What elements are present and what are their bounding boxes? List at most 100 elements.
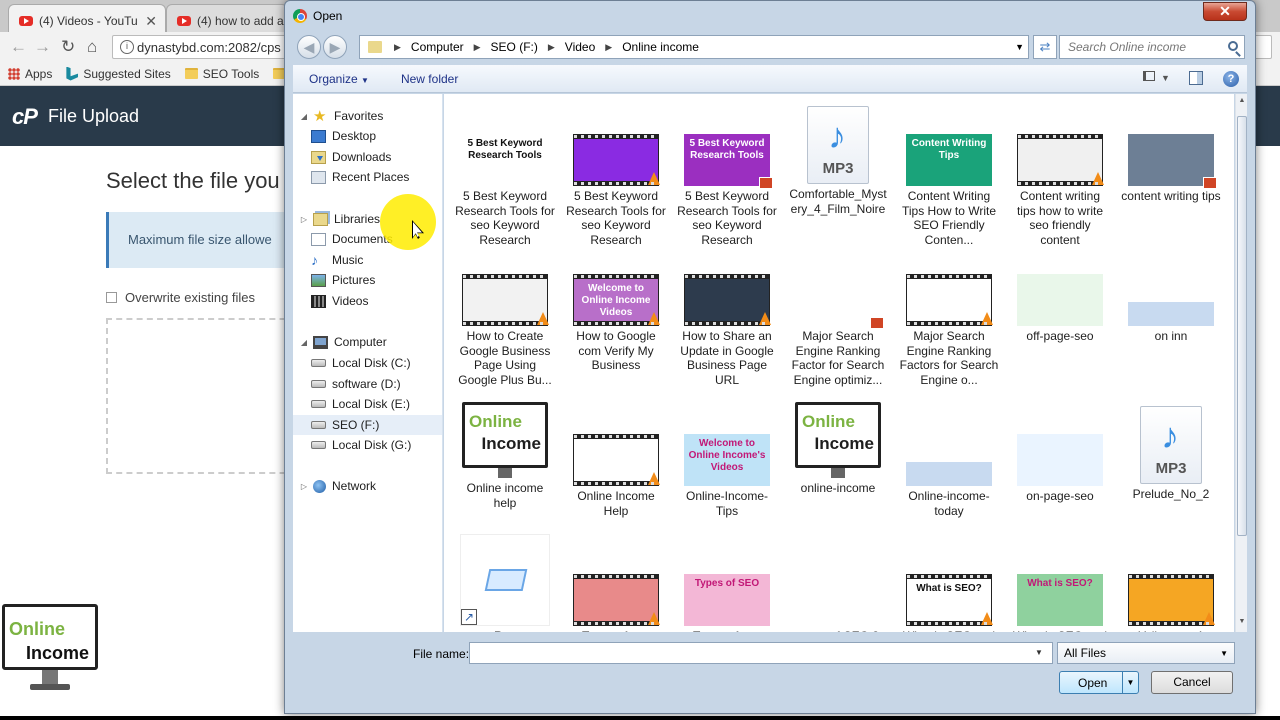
cpanel-logo: cP: [12, 104, 38, 129]
search-input[interactable]: [1060, 36, 1220, 58]
file-item[interactable]: What is SEO? What-is-SEO-and: [1010, 574, 1110, 632]
forward-arrow-icon[interactable]: ▶: [323, 35, 347, 59]
file-item[interactable]: Yello page 1: [1121, 574, 1221, 632]
bookmark-apps[interactable]: Apps: [8, 67, 52, 81]
cancel-button[interactable]: Cancel: [1151, 671, 1233, 694]
tab-title: (4) how to add a: [197, 14, 284, 28]
vlc-cone-icon: [981, 312, 993, 325]
file-item[interactable]: on-page-seo: [1010, 434, 1110, 504]
forward-arrow-icon[interactable]: →: [34, 37, 51, 57]
dialog-titlebar[interactable]: Open ✕: [285, 1, 1255, 31]
file-item[interactable]: 5 Best Keyword Research Tools for seo Ke…: [566, 134, 666, 248]
nav-item[interactable]: software (D:): [293, 374, 442, 394]
nav-item[interactable]: Pictures: [293, 270, 442, 290]
file-item[interactable]: 5 Best Keyword Research Tools 5 Best Keyw…: [455, 134, 555, 248]
file-item[interactable]: Online-income-today: [899, 462, 999, 518]
nav-item[interactable]: Local Disk (G:): [293, 435, 442, 455]
nav-item-label: Videos: [332, 294, 369, 308]
breadcrumb[interactable]: ▶ Computer ▶ SEO (F:) ▶ Video ▶ Online i…: [359, 35, 1029, 59]
chevron-right-icon[interactable]: ▶: [605, 42, 612, 53]
file-list-scrollbar[interactable]: ▲ ▼: [1235, 94, 1247, 632]
bookmark-seo-tools[interactable]: SEO Tools: [184, 67, 259, 81]
breadcrumb-item[interactable]: SEO (F:): [491, 40, 538, 54]
nav-item[interactable]: Local Disk (C:): [293, 353, 442, 373]
nav-item[interactable]: SEO (F:): [293, 415, 442, 435]
search-icon[interactable]: [1228, 41, 1238, 51]
scroll-up-icon[interactable]: ▲: [1237, 97, 1247, 109]
file-item[interactable]: off-page-seo: [1010, 274, 1110, 344]
breadcrumb-item[interactable]: Video: [565, 40, 595, 54]
reload-icon[interactable]: ↻: [61, 37, 75, 57]
file-item[interactable]: Welcome to Online Income Videos How to Go…: [566, 274, 666, 373]
file-name: Run: [455, 629, 555, 632]
file-item[interactable]: Major Search Engine Ranking Factor for S…: [788, 274, 888, 388]
home-icon[interactable]: ⌂: [87, 37, 97, 57]
nav-item[interactable]: ◢ ★ Favorites: [293, 106, 442, 126]
chevron-down-icon[interactable]: ▼: [1122, 672, 1138, 693]
nav-item[interactable]: ◢ Computer: [293, 332, 442, 352]
chevron-right-icon[interactable]: ▶: [394, 42, 401, 53]
file-type-select[interactable]: All Files ▼: [1057, 642, 1235, 664]
breadcrumb-item[interactable]: Online income: [622, 40, 699, 54]
file-item[interactable]: on inn: [1121, 302, 1221, 344]
nav-item[interactable]: Videos: [293, 291, 442, 311]
browser-tab-youtube[interactable]: (4) Videos - YouTu ✕: [8, 4, 166, 32]
nav-item[interactable]: Local Disk (E:): [293, 394, 442, 414]
file-item[interactable]: ♪ MP3 Comfortable_Mystery_4_Film_Noire: [788, 106, 888, 216]
apps-grid-icon: [8, 67, 20, 80]
file-item[interactable]: content writing tips: [1121, 134, 1221, 204]
nav-item[interactable]: Downloads: [293, 147, 442, 167]
tree-expand-icon[interactable]: ▷: [299, 482, 309, 491]
file-name-input[interactable]: [469, 642, 1053, 664]
tree-expand-icon[interactable]: ◢: [299, 338, 309, 347]
file-item[interactable]: Content Writing Tips Content Writing Tips…: [899, 134, 999, 248]
browser-tab-how-to[interactable]: (4) how to add a: [166, 4, 288, 32]
organize-button[interactable]: Organize ▼: [293, 72, 385, 86]
preview-pane-icon[interactable]: [1189, 71, 1203, 85]
bookmark-suggested-sites[interactable]: Suggested Sites: [66, 66, 171, 81]
file-item[interactable]: Types of seo: [566, 574, 666, 632]
tab-close-icon[interactable]: ✕: [145, 13, 157, 30]
open-label: Open: [1078, 676, 1108, 690]
nav-item[interactable]: ♪ Music: [293, 250, 442, 270]
image-thumbnail: [1128, 134, 1217, 189]
file-item[interactable]: ♪ MP3 Prelude_No_2: [1121, 406, 1221, 502]
file-item[interactable]: ↗ Run: [455, 534, 555, 632]
file-item[interactable]: How to Create Google Business Page Using…: [455, 274, 555, 388]
help-icon[interactable]: ?: [1223, 71, 1239, 87]
chevron-right-icon[interactable]: ▶: [474, 42, 481, 53]
file-item[interactable]: How to Share an Update in Google Busines…: [677, 274, 777, 388]
file-item[interactable]: Content writing tips how to write seo fr…: [1010, 134, 1110, 248]
file-item[interactable]: Online Income Online income help: [455, 402, 555, 510]
file-item[interactable]: What is SEO? What is SEO and: [899, 574, 999, 632]
file-item[interactable]: Online Income Help: [566, 434, 666, 518]
refresh-icon[interactable]: ⇄: [1033, 35, 1057, 59]
nav-item[interactable]: Desktop: [293, 126, 442, 146]
new-folder-button[interactable]: New folder: [385, 72, 474, 86]
chevron-down-icon[interactable]: ▼: [1015, 42, 1024, 52]
file-item[interactable]: Online Income online-income: [788, 402, 888, 496]
back-arrow-icon[interactable]: ◀: [297, 35, 321, 59]
chevron-down-icon[interactable]: ▼: [1035, 648, 1043, 657]
breadcrumb-item[interactable]: Computer: [411, 40, 464, 54]
tree-expand-icon[interactable]: ▷: [299, 215, 309, 224]
video-thumbnail: [573, 134, 660, 186]
tree-expand-icon[interactable]: ◢: [299, 112, 309, 121]
nav-item[interactable]: Recent Places: [293, 167, 442, 187]
nav-item[interactable]: ▷ Network: [293, 476, 442, 496]
change-view-button[interactable]: ▼: [1143, 71, 1173, 87]
file-name: Online-Income-Tips: [685, 489, 769, 518]
file-item[interactable]: Welcome to Online Income's Videos Online-…: [677, 434, 777, 518]
overwrite-checkbox[interactable]: [106, 292, 117, 303]
file-item[interactable]: Major Search Engine Ranking Factors for …: [899, 274, 999, 388]
file-item[interactable]: 5 Best Keyword Research Tools 5 Best Keyw…: [677, 134, 777, 248]
back-arrow-icon[interactable]: ←: [10, 37, 27, 57]
file-item[interactable]: Types of SEO Types of seo: [677, 574, 777, 632]
open-button[interactable]: Open ▼: [1059, 671, 1139, 694]
file-drop-zone[interactable]: [106, 318, 306, 474]
chevron-right-icon[interactable]: ▶: [548, 42, 555, 53]
scroll-down-icon[interactable]: ▼: [1237, 618, 1247, 630]
file-item[interactable]: types-of-SEO 3: [788, 574, 888, 632]
close-icon[interactable]: ✕: [1203, 2, 1247, 21]
scrollbar-thumb[interactable]: [1237, 116, 1247, 536]
